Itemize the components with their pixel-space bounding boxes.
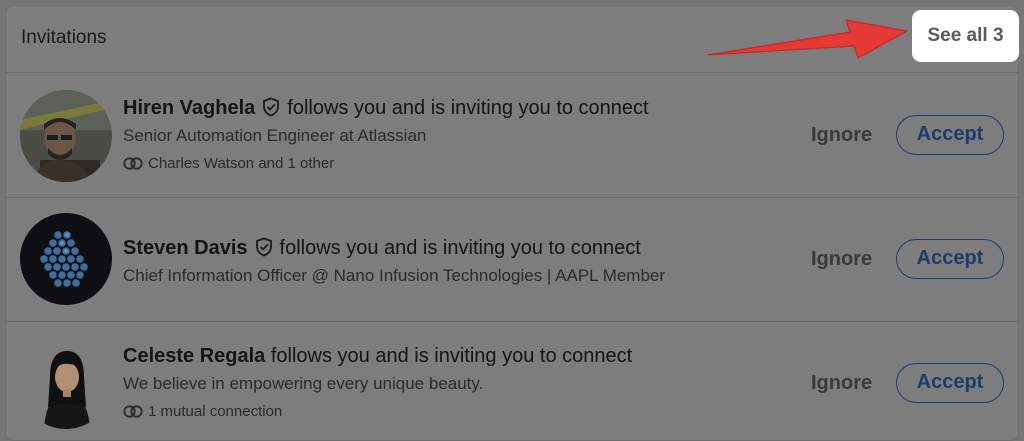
avatar[interactable] <box>20 213 112 305</box>
avatar[interactable] <box>20 337 112 429</box>
member-name[interactable]: Steven Davis <box>123 237 248 259</box>
see-all-button[interactable]: See all 3 <box>912 10 1019 62</box>
accept-button[interactable]: Accept <box>896 115 1004 155</box>
mutual-connections[interactable]: 1 mutual connection <box>123 403 282 420</box>
mutual-connections-text: Charles Watson and 1 other <box>148 155 335 172</box>
invitations-card: Invitations Hiren Vaghela follows you and… <box>5 5 1019 441</box>
mutual-connections[interactable]: Charles Watson and 1 other <box>123 155 334 172</box>
mutual-connections-icon <box>123 405 143 418</box>
invitation-row: Celeste Regala follows you and is inviti… <box>6 321 1018 440</box>
action-text: follows you and is inviting you to conne… <box>270 345 633 367</box>
invitation-row: Hiren Vaghela follows you and is inviting… <box>6 73 1018 198</box>
red-arrow-icon <box>707 19 908 59</box>
invitation-text: Celeste Regala follows you and is inviti… <box>123 345 632 368</box>
avatar[interactable] <box>20 90 112 182</box>
action-text: follows you and is inviting you to conne… <box>287 97 649 119</box>
section-title: Invitations <box>21 27 107 48</box>
invitation-row: Steven Davis follows you and is inviting … <box>6 197 1018 322</box>
invitation-text: Steven Davis follows you and is inviting … <box>123 237 641 260</box>
member-headline: We believe in empowering every unique be… <box>123 374 484 393</box>
member-headline: Chief Information Officer @ Nano Infusio… <box>123 266 666 285</box>
member-name[interactable]: Hiren Vaghela <box>123 97 255 119</box>
ignore-button[interactable]: Ignore <box>811 124 872 147</box>
accept-button[interactable]: Accept <box>896 363 1004 403</box>
accept-button[interactable]: Accept <box>896 239 1004 279</box>
mutual-connections-icon <box>123 157 143 170</box>
member-headline: Senior Automation Engineer at Atlassian <box>123 126 427 145</box>
ignore-button[interactable]: Ignore <box>811 248 872 271</box>
member-name[interactable]: Celeste Regala <box>123 345 265 367</box>
mutual-connections-text: 1 mutual connection <box>148 403 283 420</box>
shield-check-icon <box>263 97 280 117</box>
action-text: follows you and is inviting you to conne… <box>279 237 641 259</box>
ignore-button[interactable]: Ignore <box>811 372 872 395</box>
shield-check-icon <box>255 237 272 257</box>
invitation-text: Hiren Vaghela follows you and is inviting… <box>123 97 649 120</box>
